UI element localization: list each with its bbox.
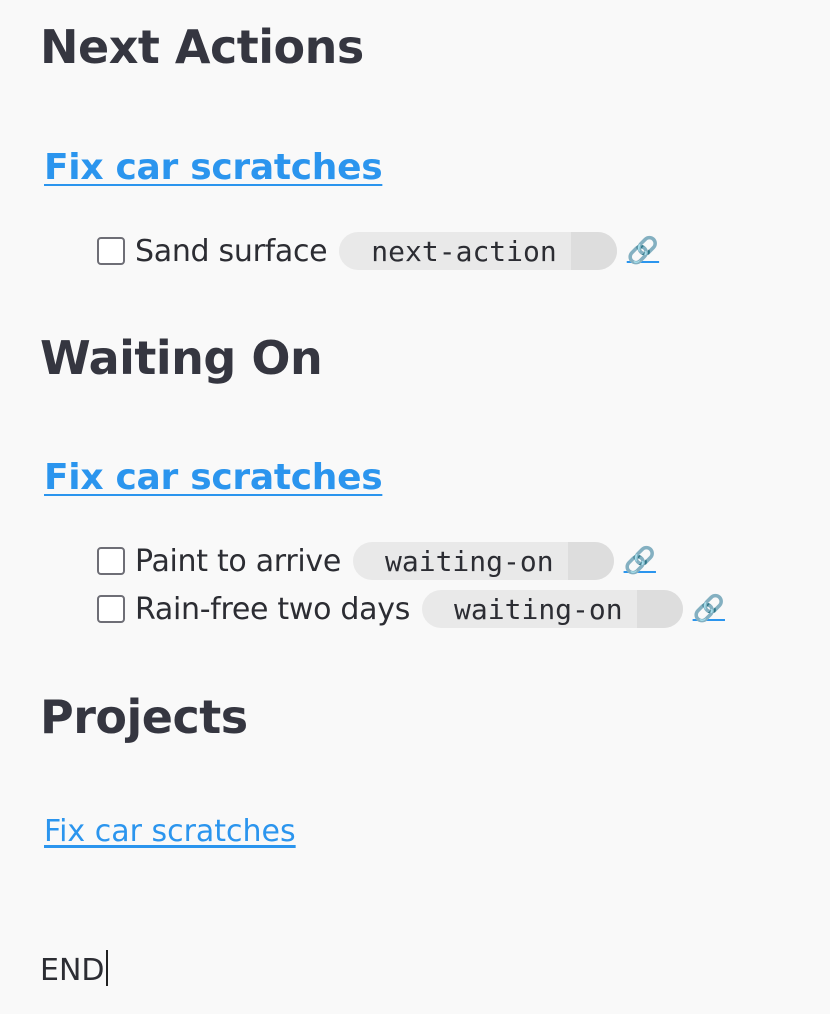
project-link-fix-car-scratches[interactable]: Fix car scratches xyxy=(44,817,296,847)
link-icon[interactable]: 🔗 xyxy=(624,548,656,574)
tag-pill-end xyxy=(636,590,683,628)
end-text[interactable]: END xyxy=(40,950,108,986)
tag-text: waiting-on xyxy=(385,544,554,578)
link-icon[interactable]: 🔗 xyxy=(627,238,659,264)
waiting-on-project-link[interactable]: Fix car scratches xyxy=(44,460,383,496)
task-item: Paint to arrive waiting-on 🔗 xyxy=(97,542,656,580)
task-label: Rain-free two days xyxy=(135,591,411,627)
link-icon[interactable]: 🔗 xyxy=(693,596,725,622)
task-checkbox[interactable] xyxy=(97,547,125,575)
projects-heading: Projects xyxy=(40,690,248,744)
task-label: Sand surface xyxy=(135,233,328,269)
tag-pill-end xyxy=(570,232,617,270)
next-actions-heading: Next Actions xyxy=(40,20,364,74)
task-checkbox[interactable] xyxy=(97,237,125,265)
task-label: Paint to arrive xyxy=(135,543,341,579)
tag-text: next-action xyxy=(371,234,557,268)
tag-pill-next-action[interactable]: next-action xyxy=(339,232,617,270)
tag-pill-waiting-on[interactable]: waiting-on xyxy=(353,542,614,580)
text-cursor xyxy=(105,950,108,986)
end-label: END xyxy=(40,953,105,988)
tag-text: waiting-on xyxy=(454,592,623,626)
next-actions-project-link[interactable]: Fix car scratches xyxy=(44,150,383,186)
tag-pill-waiting-on[interactable]: waiting-on xyxy=(422,590,683,628)
task-item: Sand surface next-action 🔗 xyxy=(97,232,659,270)
waiting-on-heading: Waiting On xyxy=(40,331,323,385)
task-item: Rain-free two days waiting-on 🔗 xyxy=(97,590,725,628)
tag-pill-end xyxy=(567,542,614,580)
task-checkbox[interactable] xyxy=(97,595,125,623)
